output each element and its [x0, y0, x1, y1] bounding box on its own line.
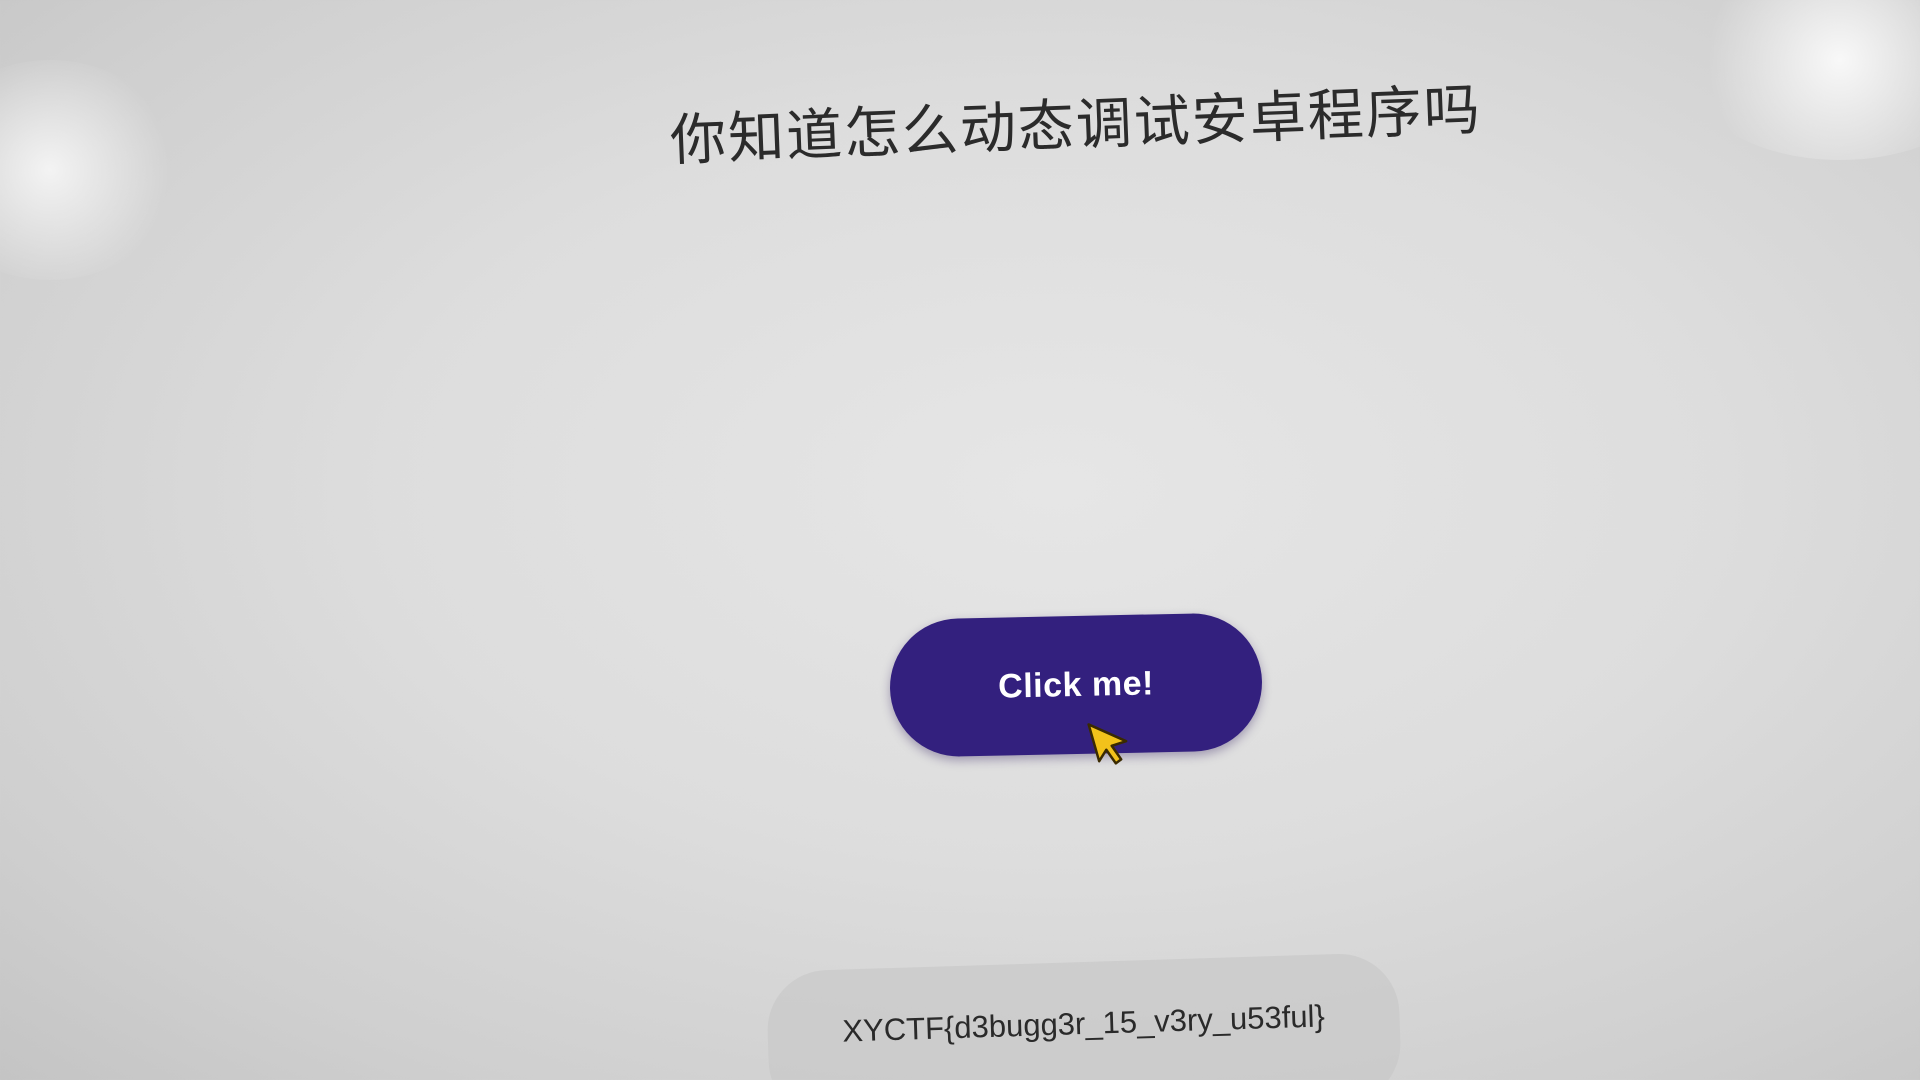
click-me-button[interactable]: Click me!	[888, 612, 1264, 758]
screen-glare	[0, 60, 180, 280]
click-me-button-label: Click me!	[997, 663, 1155, 706]
toast-text: XYCTF{d3bugg3r_15_v3ry_u53ful}	[841, 998, 1326, 1049]
page-title: 你知道怎么动态调试安卓程序吗	[668, 77, 1483, 174]
toast-message: XYCTF{d3bugg3r_15_v3ry_u53ful}	[765, 952, 1403, 1080]
screen-glare	[1680, 0, 1920, 160]
app-screen: 你知道怎么动态调试安卓程序吗 Click me! XYCTF{d3bugg3r_…	[0, 0, 1920, 1080]
pointer-arrow-icon	[1087, 723, 1128, 765]
